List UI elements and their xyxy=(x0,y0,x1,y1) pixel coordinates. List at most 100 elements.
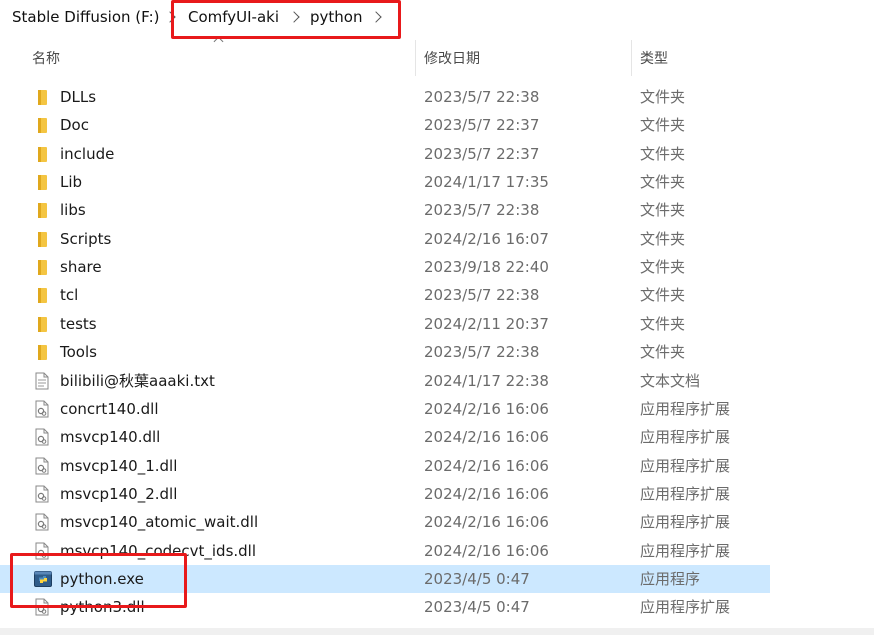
breadcrumb-item-comfyui[interactable]: ComfyUI-aki xyxy=(188,0,279,34)
file-row[interactable]: DLLs 2023/5/7 22:38 文件夹 xyxy=(0,83,770,111)
dll-file-icon xyxy=(34,542,50,560)
file-row[interactable]: msvcp140_atomic_wait.dll 2024/2/16 16:06 应… xyxy=(0,508,770,536)
breadcrumb-label: Stable Diffusion (F:) xyxy=(12,8,160,26)
file-name: Scripts xyxy=(60,229,112,248)
file-name: bilibili@秋葉aaaki.txt xyxy=(60,371,215,390)
file-name: python.exe xyxy=(60,569,144,588)
file-row[interactable]: bilibili@秋葉aaaki.txt 2024/1/17 22:38 文本文档 xyxy=(0,367,770,395)
breadcrumb-item-drive[interactable]: Stable Diffusion (F:) xyxy=(12,0,160,34)
file-row[interactable]: Lib 2024/1/17 17:35 文件夹 xyxy=(0,168,770,196)
file-modified-date: 2023/5/7 22:37 xyxy=(424,144,540,163)
text-file-icon xyxy=(34,372,50,390)
chevron-right-icon[interactable] xyxy=(288,11,300,23)
file-type: 文件夹 xyxy=(640,173,686,192)
file-type: 文件夹 xyxy=(640,229,686,248)
file-row[interactable]: include 2023/5/7 22:37 文件夹 xyxy=(0,140,770,168)
file-type: 文件夹 xyxy=(640,314,686,333)
file-modified-date: 2024/2/11 20:37 xyxy=(424,314,549,333)
file-type: 文件夹 xyxy=(640,116,686,135)
column-header-date[interactable]: 修改日期 xyxy=(424,36,480,80)
python-exe-icon xyxy=(34,570,52,588)
file-name: concrt140.dll xyxy=(60,399,159,418)
breadcrumb: Stable Diffusion (F:) ComfyUI-aki python xyxy=(0,0,874,34)
folder-icon xyxy=(34,286,50,304)
column-header-type[interactable]: 类型 xyxy=(640,36,668,80)
file-type: 应用程序扩展 xyxy=(640,428,731,447)
chevron-right-icon[interactable] xyxy=(370,11,382,23)
file-modified-date: 2024/2/16 16:06 xyxy=(424,399,549,418)
file-type: 文件夹 xyxy=(640,258,686,277)
file-row[interactable]: msvcp140_2.dll 2024/2/16 16:06 应用程序扩展 xyxy=(0,480,770,508)
column-header-row: 名称 修改日期 类型 xyxy=(0,36,874,80)
folder-icon xyxy=(34,343,50,361)
folder-icon xyxy=(34,201,50,219)
file-type: 文件夹 xyxy=(640,286,686,305)
file-row[interactable]: tests 2024/2/11 20:37 文件夹 xyxy=(0,310,770,338)
file-modified-date: 2024/1/17 17:35 xyxy=(424,173,549,192)
file-row[interactable]: Scripts 2024/2/16 16:07 文件夹 xyxy=(0,225,770,253)
dll-file-icon xyxy=(34,513,50,531)
column-header-name[interactable]: 名称 xyxy=(32,36,60,80)
file-row[interactable]: msvcp140.dll 2024/2/16 16:06 应用程序扩展 xyxy=(0,423,770,451)
file-modified-date: 2023/5/7 22:37 xyxy=(424,116,540,135)
column-header-label: 修改日期 xyxy=(424,51,480,67)
file-row[interactable]: libs 2023/5/7 22:38 文件夹 xyxy=(0,196,770,224)
file-row[interactable]: Doc 2023/5/7 22:37 文件夹 xyxy=(0,111,770,139)
file-modified-date: 2024/2/16 16:06 xyxy=(424,541,549,560)
file-type: 文件夹 xyxy=(640,201,686,220)
file-row[interactable]: python.exe 2023/4/5 0:47 应用程序 xyxy=(0,564,770,593)
file-modified-date: 2024/2/16 16:06 xyxy=(424,484,549,503)
file-name: include xyxy=(60,144,115,163)
file-row[interactable]: concrt140.dll 2024/2/16 16:06 应用程序扩展 xyxy=(0,395,770,423)
file-name: Lib xyxy=(60,173,83,192)
file-name: msvcp140_2.dll xyxy=(60,484,178,503)
breadcrumb-item-python[interactable]: python xyxy=(310,0,362,34)
breadcrumb-label: python xyxy=(310,8,363,26)
column-header-label: 类型 xyxy=(640,51,668,67)
folder-icon xyxy=(34,173,50,191)
file-row[interactable]: tcl 2023/5/7 22:38 文件夹 xyxy=(0,281,770,309)
column-divider[interactable] xyxy=(415,40,416,76)
file-modified-date: 2023/4/5 0:47 xyxy=(424,598,530,617)
file-modified-date: 2023/5/7 22:38 xyxy=(424,343,540,362)
chevron-right-icon[interactable] xyxy=(164,11,176,23)
file-name: tests xyxy=(60,314,97,333)
file-row[interactable]: python3.dll 2023/4/5 0:47 应用程序扩展 xyxy=(0,593,770,621)
file-name: tcl xyxy=(60,286,79,305)
file-type: 文本文档 xyxy=(640,371,701,390)
file-name: msvcp140_atomic_wait.dll xyxy=(60,513,259,532)
breadcrumb-label: ComfyUI-aki xyxy=(188,8,280,26)
dll-file-icon xyxy=(34,485,50,503)
folder-icon xyxy=(34,230,50,248)
file-modified-date: 2024/2/16 16:07 xyxy=(424,229,549,248)
file-type: 应用程序扩展 xyxy=(640,598,731,617)
file-name: Tools xyxy=(60,343,97,362)
file-name: msvcp140_1.dll xyxy=(60,456,178,475)
file-modified-date: 2024/2/16 16:06 xyxy=(424,428,549,447)
file-name: Doc xyxy=(60,116,89,135)
column-divider[interactable] xyxy=(631,40,632,76)
folder-icon xyxy=(34,116,50,134)
file-row[interactable]: msvcp140_codecvt_ids.dll 2024/2/16 16:06 应… xyxy=(0,537,770,565)
file-type: 应用程序扩展 xyxy=(640,456,731,475)
file-row[interactable]: share 2023/9/18 22:40 文件夹 xyxy=(0,253,770,281)
file-type: 应用程序扩展 xyxy=(640,399,731,418)
file-type: 文件夹 xyxy=(640,144,686,163)
file-modified-date: 2023/5/7 22:38 xyxy=(424,88,540,106)
file-type: 应用程序扩展 xyxy=(640,541,731,560)
bottom-scroll-region xyxy=(0,628,874,635)
file-row[interactable]: Tools 2023/5/7 22:38 文件夹 xyxy=(0,338,770,366)
file-type: 应用程序 xyxy=(640,569,701,588)
column-header-label: 名称 xyxy=(32,51,60,67)
dll-file-icon xyxy=(34,400,50,418)
sort-ascending-icon xyxy=(213,36,224,47)
file-name: DLLs xyxy=(60,88,97,106)
file-type: 应用程序扩展 xyxy=(640,513,731,532)
file-name: libs xyxy=(60,201,86,220)
file-row[interactable]: msvcp140_1.dll 2024/2/16 16:06 应用程序扩展 xyxy=(0,452,770,480)
folder-icon xyxy=(34,88,50,106)
folder-icon xyxy=(34,258,50,276)
file-modified-date: 2024/1/17 22:38 xyxy=(424,371,549,390)
file-name: python3.dll xyxy=(60,598,145,617)
dll-file-icon xyxy=(34,428,50,446)
